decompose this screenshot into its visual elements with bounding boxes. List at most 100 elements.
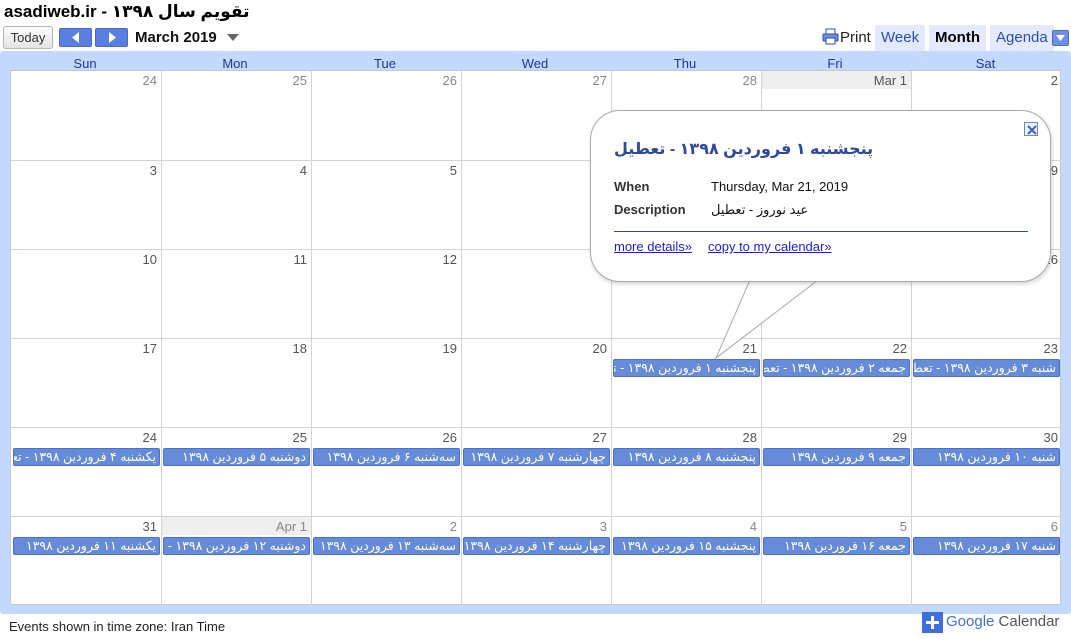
week-row: 24 25 26 27 28 29 30 یکشنبه ۴ فروردین ۱۳… [11, 427, 1062, 517]
day-cell[interactable]: 6 [461, 161, 611, 250]
event-chip[interactable]: چهارشنبه ۱۴ فروردین ۱۳۹۸ [463, 537, 610, 555]
day-number: 5 [449, 163, 457, 178]
day-number: 19 [442, 341, 457, 356]
event-chip[interactable]: یکشنبه ۱۱ فروردین ۱۳۹۸ [13, 537, 160, 555]
close-button[interactable] [1024, 122, 1038, 136]
day-cell[interactable]: 30 [911, 428, 1062, 517]
day-cell[interactable]: 24 [11, 71, 161, 160]
day-cell[interactable]: 20 [461, 339, 611, 428]
when-value: Thursday, Mar 21, 2019 [711, 179, 849, 194]
day-number: 12 [442, 252, 457, 267]
day-number: Apr 1 [275, 519, 307, 534]
event-chip[interactable]: شنبه ۱۰ فروردین ۱۳۹۸ [913, 448, 1060, 466]
logo-calendar: Calendar [998, 613, 1060, 630]
event-chip[interactable]: پنجشنبه ۱۵ فروردین ۱۳۹۸ [613, 537, 760, 555]
dow-wed: Wed [521, 56, 549, 71]
day-number: 23 [1043, 341, 1058, 356]
today-button[interactable]: Today [3, 26, 53, 49]
day-number: 2 [1050, 73, 1058, 88]
tab-month[interactable]: Month [929, 25, 986, 51]
day-cell[interactable]: Apr 1 [161, 517, 311, 605]
day-number: 28 [742, 430, 757, 445]
dow-thu: Thu [673, 56, 697, 71]
day-cell[interactable]: 3 [461, 517, 611, 605]
day-number: 24 [142, 430, 157, 445]
day-number: 20 [592, 341, 607, 356]
day-cell[interactable]: 12 [311, 250, 461, 339]
copy-to-calendar-link[interactable]: copy to my calendar» [708, 239, 832, 254]
event-chip[interactable]: جمعه ۱۶ فروردین ۱۳۹۸ [763, 537, 910, 555]
day-cell[interactable]: 11 [161, 250, 311, 339]
day-cell[interactable]: 26 [311, 428, 461, 517]
event-popup: پنجشنبه ۱ فروردین ۱۳۹۸ - تعطیل When Thur… [590, 110, 1051, 282]
day-cell[interactable]: 25 [161, 71, 311, 160]
event-chip[interactable]: چهارشنبه ۷ فروردین ۱۳۹۸ [463, 448, 610, 466]
close-icon [1027, 125, 1037, 135]
event-chip[interactable]: شنبه ۱۷ فروردین ۱۳۹۸ [913, 537, 1060, 555]
day-cell[interactable]: 27 [461, 71, 611, 160]
dow-fri: Fri [827, 56, 843, 71]
day-number: 27 [592, 430, 607, 445]
print-label: Print [840, 29, 871, 46]
agenda-dropdown-button[interactable] [1052, 30, 1069, 46]
day-number: Mar 1 [873, 73, 907, 88]
timezone-text: Events shown in time zone: Iran Time [9, 619, 226, 634]
day-cell[interactable]: 6 [911, 517, 1062, 605]
print-button[interactable]: Print [822, 28, 871, 46]
day-number: 10 [142, 252, 157, 267]
day-cell[interactable]: 18 [161, 339, 311, 428]
day-cell[interactable]: 26 [311, 71, 461, 160]
day-cell[interactable]: 29 [761, 428, 911, 517]
day-cell[interactable]: 31 [11, 517, 161, 605]
day-number: 27 [592, 73, 607, 88]
week-row: 31 Apr 1 2 3 4 5 6 یکشنبه ۱۱ فروردین ۱۳۹… [11, 516, 1062, 605]
next-button[interactable] [95, 28, 128, 47]
chevron-right-icon [109, 32, 116, 43]
day-number: 5 [899, 519, 907, 534]
day-cell[interactable]: 3 [11, 161, 161, 250]
logo-google: Google [946, 613, 995, 630]
day-cell[interactable]: 19 [311, 339, 461, 428]
event-chip[interactable]: سه‌شنبه ۱۳ فروردین ۱۳۹۸ [313, 537, 460, 555]
event-chip[interactable]: شنبه ۳ فروردین ۱۳۹۸ - تعطیل [913, 359, 1060, 377]
event-chip[interactable]: دوشنبه ۵ فروردین ۱۳۹۸ [163, 448, 310, 466]
day-number: 6 [1050, 519, 1058, 534]
tab-agenda[interactable]: Agenda [990, 25, 1054, 51]
dow-sun: Sun [73, 56, 97, 71]
day-number: 11 [293, 252, 308, 267]
day-number: 28 [742, 73, 757, 88]
day-number: 25 [292, 73, 307, 88]
event-chip[interactable]: یکشنبه ۴ فروردین ۱۳۹۸ - تعطیل [13, 448, 160, 466]
day-cell[interactable]: 23 [911, 339, 1062, 428]
day-cell[interactable]: 13 [461, 250, 611, 339]
day-number: 22 [892, 341, 907, 356]
day-number: 26 [442, 430, 457, 445]
day-number: 2 [449, 519, 457, 534]
event-chip[interactable]: جمعه ۹ فروردین ۱۳۹۸ [763, 448, 910, 466]
day-cell[interactable]: 4 [611, 517, 761, 605]
tab-week[interactable]: Week [875, 25, 926, 51]
more-details-link[interactable]: more details» [614, 239, 692, 254]
day-cell[interactable]: 2 [311, 517, 461, 605]
day-cell[interactable]: 17 [11, 339, 161, 428]
event-chip[interactable]: دوشنبه ۱۲ فروردین ۱۳۹۸ - تعطیل [163, 537, 310, 555]
day-cell[interactable]: 27 [461, 428, 611, 517]
plus-icon [922, 612, 943, 633]
description-value: عید نوروز - تعطیل [711, 202, 809, 217]
day-cell[interactable]: 5 [311, 161, 461, 250]
day-number: 17 [142, 341, 157, 356]
previous-button[interactable] [59, 28, 92, 47]
day-cell[interactable]: 28 [611, 428, 761, 517]
event-chip[interactable]: سه‌شنبه ۶ فروردین ۱۳۹۸ [313, 448, 460, 466]
current-month-label: March 2019 [135, 29, 217, 46]
day-cell[interactable]: 10 [11, 250, 161, 339]
chevron-down-icon[interactable] [227, 34, 239, 41]
chevron-down-icon [1056, 35, 1065, 41]
day-cell[interactable]: 5 [761, 517, 911, 605]
day-cell[interactable]: 4 [161, 161, 311, 250]
day-number: 26 [442, 73, 457, 88]
event-chip[interactable]: پنجشنبه ۸ فروردین ۱۳۹۸ [613, 448, 760, 466]
day-cell[interactable]: 25 [161, 428, 311, 517]
day-cell[interactable]: 24 [11, 428, 161, 517]
day-number: 4 [299, 163, 307, 178]
